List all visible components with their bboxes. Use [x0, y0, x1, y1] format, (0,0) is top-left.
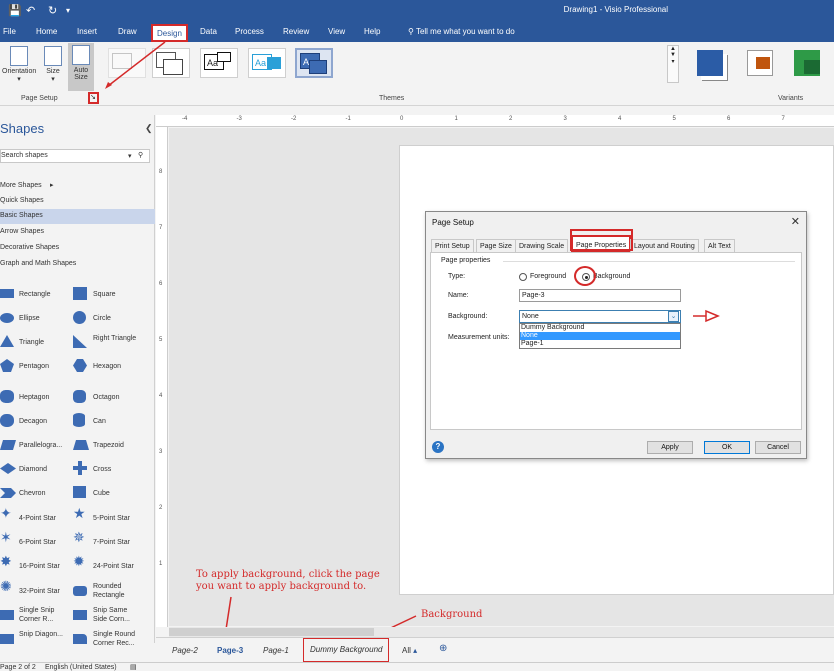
chevron-up-icon: ▴ — [413, 646, 418, 655]
page-tab-page-3[interactable]: Page-3 — [217, 646, 243, 655]
status-bar: Page 2 of 2 English (United States) ▤ — [0, 662, 834, 671]
page-tab-dummy-background[interactable]: Dummy Background — [303, 638, 390, 662]
status-page-count: Page 2 of 2 — [0, 664, 36, 671]
all-pages-button[interactable]: All ▴ — [402, 646, 417, 655]
horizontal-scrollbar[interactable] — [169, 627, 834, 637]
scrollbar-thumb[interactable] — [169, 628, 374, 636]
annotation-arrows — [105, 41, 720, 639]
status-language: English (United States) — [45, 664, 117, 671]
page-tab-page-2[interactable]: Page-2 — [172, 646, 198, 655]
macro-record-icon[interactable]: ▤ — [130, 663, 137, 671]
page-tab-page-1[interactable]: Page-1 — [263, 646, 289, 655]
all-pages-label: All — [402, 646, 411, 655]
annotation-background-note: Background — [421, 609, 483, 620]
page-tabs-bar: Page-2 Page-3 Page-1 Dummy Background Al… — [156, 637, 834, 662]
page-properties-tab-highlight — [570, 229, 633, 251]
add-page-icon[interactable]: ⊕ — [439, 643, 447, 654]
annotation-apply-note: To apply background, click the page you … — [196, 569, 380, 592]
